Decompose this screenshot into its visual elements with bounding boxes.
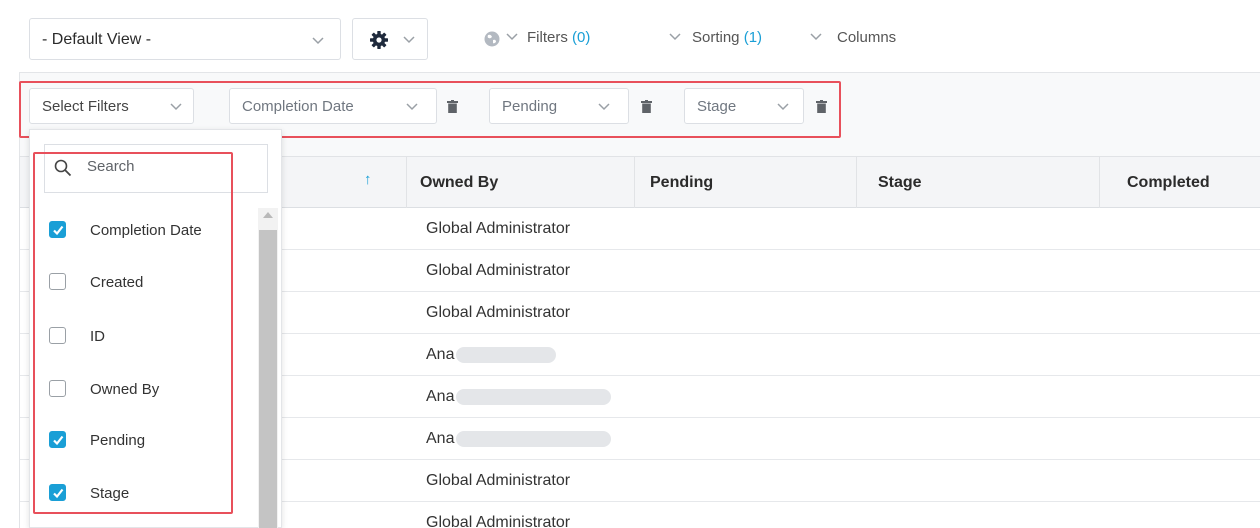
owner-name: Ana <box>426 430 455 447</box>
filters-count: (0) <box>572 29 591 46</box>
chevron-down-icon <box>669 33 681 41</box>
redacted-text <box>456 430 612 447</box>
scroll-up-arrow-icon[interactable] <box>263 212 273 218</box>
column-divider <box>634 157 635 209</box>
chevron-down-icon <box>506 33 518 41</box>
column-header-completed[interactable]: Completed <box>1127 174 1210 192</box>
columns-toggle[interactable]: Columns <box>837 29 896 46</box>
owner-name: Ana <box>426 346 455 363</box>
owner-cell: Global Administrator <box>426 220 571 237</box>
view-select-label: - Default View - <box>42 31 152 48</box>
sorting-toggle[interactable]: Sorting (1) <box>692 29 762 46</box>
filters-label: Filters <box>527 29 568 46</box>
column-header-pending[interactable]: Pending <box>650 174 713 192</box>
options-highlight <box>33 152 233 514</box>
column-header-owned-by[interactable]: Owned By <box>420 174 498 192</box>
filters-toggle[interactable]: Filters (0) <box>527 29 590 46</box>
chevron-down-icon <box>403 36 415 44</box>
owner-cell: Global Administrator <box>426 262 571 279</box>
column-divider <box>856 157 857 209</box>
owner-cell: Ana <box>426 430 612 448</box>
sorting-count: (1) <box>743 29 763 46</box>
redacted-text <box>456 346 557 363</box>
globe-icon[interactable] <box>484 31 500 52</box>
table-left-border <box>19 156 20 528</box>
column-divider <box>406 157 407 209</box>
toolbar: - Default View - Filters (0) Sorting (1)… <box>0 0 1260 72</box>
owner-name: Ana <box>426 388 455 405</box>
gear-icon <box>369 30 389 55</box>
owner-cell: Global Administrator <box>426 514 571 528</box>
chevron-down-icon <box>312 37 324 45</box>
owner-cell: Global Administrator <box>426 304 571 321</box>
redacted-text <box>456 388 612 405</box>
column-header-stage[interactable]: Stage <box>878 174 922 192</box>
owner-cell: Global Administrator <box>426 472 571 489</box>
owner-cell: Ana <box>426 346 557 364</box>
sorting-label: Sorting <box>692 29 740 46</box>
settings-button[interactable] <box>352 18 428 60</box>
column-divider <box>1099 157 1100 209</box>
owner-cell: Ana <box>426 388 612 406</box>
sort-ascending-icon[interactable]: ↑ <box>364 171 372 188</box>
view-select[interactable]: - Default View - <box>29 18 341 60</box>
chevron-down-icon <box>810 33 822 41</box>
scrollbar-thumb[interactable] <box>259 230 277 528</box>
